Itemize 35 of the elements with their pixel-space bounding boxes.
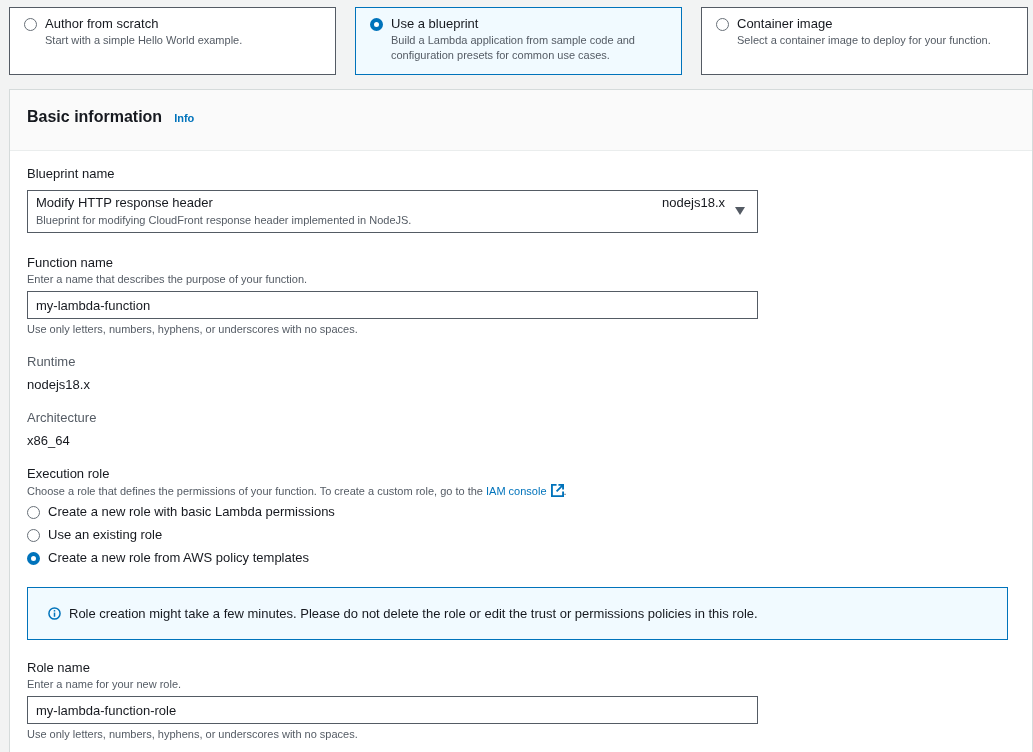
option-title: Author from scratch bbox=[45, 16, 160, 32]
field-label: Blueprint name bbox=[27, 166, 116, 182]
option-card[interactable]: Author from scratch Start with a simple Hello World example. bbox=[9, 7, 336, 75]
option-card[interactable]: Use a blueprint Build a Lambda application from sample code and configuration presets for common use cases. bbox=[355, 7, 682, 75]
radio-label[interactable]: Create a new role with basic Lambda permissions bbox=[48, 502, 335, 522]
field-value: nodejs18.x bbox=[27, 377, 91, 393]
dropdown-description: Blueprint for modifying CloudFront response header implemented in NodeJS. bbox=[36, 213, 413, 228]
info-link[interactable]: Info bbox=[174, 110, 195, 127]
field-constraint: Use only letters, numbers, hyphens, or underscores with no spaces. bbox=[27, 322, 359, 336]
option-card[interactable]: Container image Select a container image to deploy for your function. bbox=[701, 7, 1028, 75]
text-field[interactable]: my-lambda-function bbox=[27, 291, 758, 319]
option-title: Container image bbox=[737, 16, 834, 32]
alert-message: Role creation might take a few minutes. Please do not delete the role or edit the trust or permissions policies in this role. bbox=[69, 604, 758, 623]
field-label: Function name bbox=[27, 255, 114, 271]
field-label: Architecture bbox=[27, 410, 98, 426]
field-description: Choose a role that defines the permissions of your function. To create a custom role, go to the IAM console . bbox=[27, 484, 568, 498]
iam-console-link[interactable]: IAM console bbox=[486, 485, 547, 497]
field-label: Runtime bbox=[27, 354, 77, 370]
blueprint-dropdown[interactable]: Modify HTTP response header Blueprint for modifying CloudFront response header implemented in NodeJS. nodejs18.x bbox=[27, 190, 758, 233]
field-description: Enter a name for your new role. bbox=[27, 677, 183, 691]
field-description: Enter a name that describes the purpose of your function. bbox=[27, 272, 309, 286]
dropdown-value: Modify HTTP response header bbox=[36, 195, 214, 211]
option-description: Build a Lambda application from sample code and configuration presets for common use cases. bbox=[391, 33, 636, 63]
field-constraint: Use only letters, numbers, hyphens, or underscores with no spaces. bbox=[27, 727, 359, 741]
option-title: Use a blueprint bbox=[391, 16, 480, 32]
field-label: Role name bbox=[27, 660, 91, 676]
radio-label[interactable]: Use an existing role bbox=[48, 525, 163, 545]
field-label: Execution role bbox=[27, 466, 111, 482]
runtime-tag: nodejs18.x bbox=[662, 195, 725, 232]
field-value: x86_64 bbox=[27, 433, 71, 449]
section-title: Basic information bbox=[27, 107, 163, 127]
text-field[interactable]: my-lambda-function-role bbox=[27, 696, 758, 724]
option-description: Start with a simple Hello World example. bbox=[45, 33, 243, 48]
radio-label[interactable]: Create a new role from AWS policy templates bbox=[48, 548, 310, 568]
option-description: Select a container image to deploy for your function. bbox=[737, 33, 991, 48]
